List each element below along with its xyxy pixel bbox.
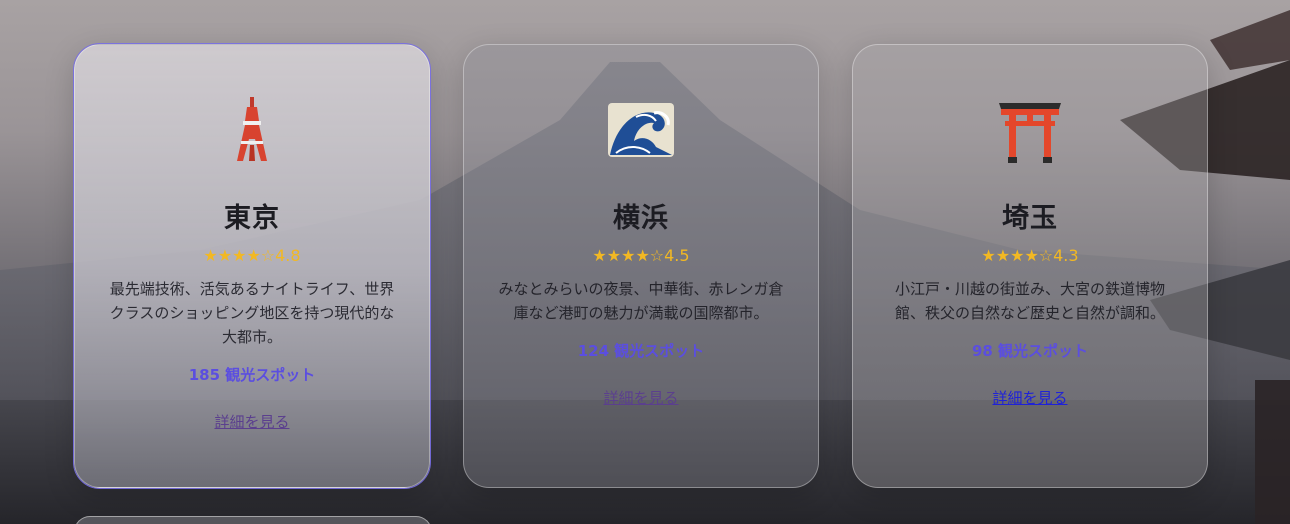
city-card-saitama[interactable]: 埼玉 ★★★★☆4.3 小江戸・川越の街並み、大宮の鉄道博物館、秩父の自然など歴… — [852, 44, 1208, 488]
city-description: みなとみらいの夜景、中華街、赤レンガ倉庫など港町の魅力が満載の国際都市。 — [498, 280, 784, 322]
spots-count: 124 観光スポット — [577, 342, 705, 360]
rating: ★★★★☆4.3 — [853, 245, 1207, 267]
city-title: 埼玉 — [1002, 203, 1058, 234]
city-title: 東京 — [224, 203, 280, 234]
details-link[interactable]: 詳細を見る — [603, 387, 678, 408]
city-description: 小江戸・川越の街並み、大宮の鉄道博物館、秩父の自然など歴史と自然が調和。 — [894, 280, 1165, 322]
tokyo-tower-icon — [237, 97, 267, 161]
next-card-peek — [74, 516, 432, 524]
city-title: 横浜 — [613, 203, 669, 234]
city-card-tokyo[interactable]: 東京 ★★★★☆4.8 最先端技術、活気あるナイトライフ、世界クラスのショッピン… — [73, 43, 431, 489]
rating-value: 4.3 — [1053, 246, 1079, 265]
rating-stars: ★★★★☆ — [981, 246, 1054, 265]
rating: ★★★★☆4.8 — [75, 245, 429, 267]
spots-count: 185 観光スポット — [188, 366, 316, 384]
city-description: 最先端技術、活気あるナイトライフ、世界クラスのショッピング地区を持つ現代的な大都… — [109, 280, 395, 346]
rating-value: 4.8 — [275, 246, 301, 265]
rating-value: 4.5 — [664, 246, 690, 265]
spots-count: 98 観光スポット — [971, 342, 1089, 360]
rating: ★★★★☆4.5 — [464, 245, 818, 267]
details-link[interactable]: 詳細を見る — [992, 387, 1067, 408]
torii-gate-icon — [999, 103, 1061, 163]
rating-stars: ★★★★☆ — [592, 246, 665, 265]
city-card-yokohama[interactable]: 横浜 ★★★★☆4.5 みなとみらいの夜景、中華街、赤レンガ倉庫など港町の魅力が… — [463, 44, 819, 488]
rating-stars: ★★★★☆ — [203, 246, 276, 265]
great-wave-icon — [608, 103, 674, 157]
details-link[interactable]: 詳細を見る — [214, 411, 289, 432]
